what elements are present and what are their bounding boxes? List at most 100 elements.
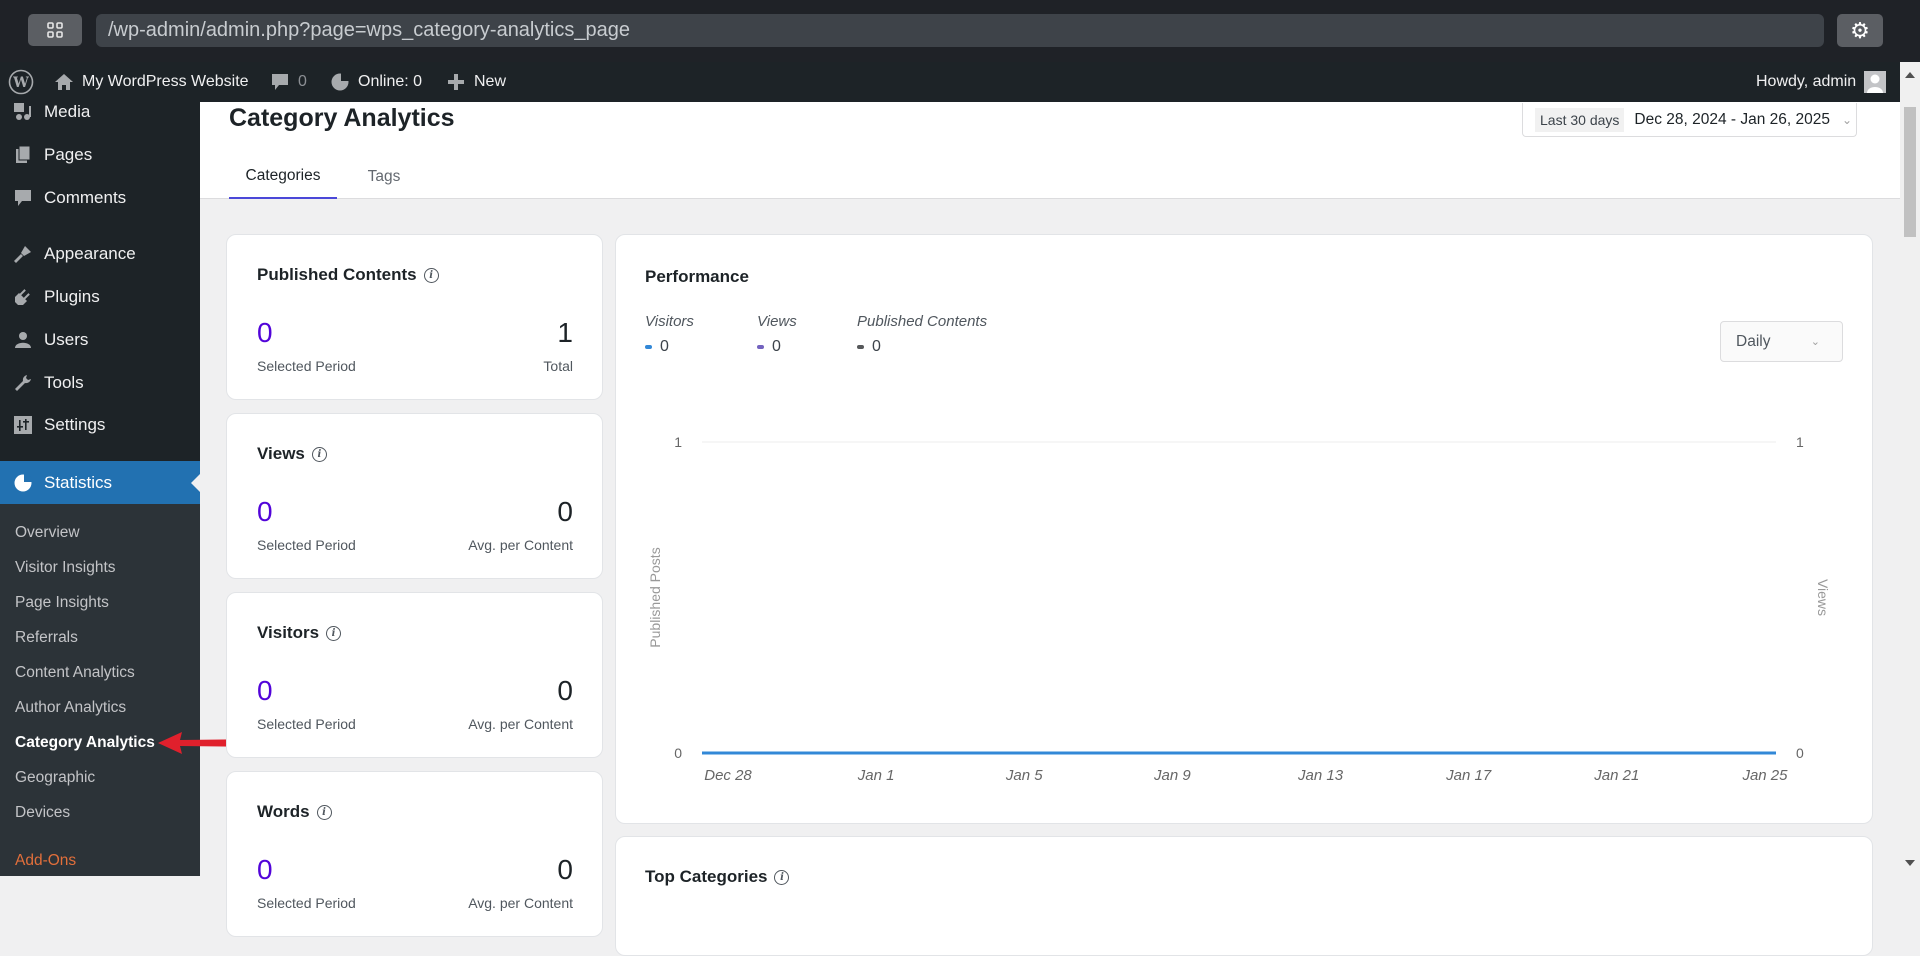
- stat-card-published-contents: Published Contents i 0 Selected Period 1 …: [226, 234, 603, 400]
- url-bar[interactable]: /wp-admin/admin.php?page=wps_category-an…: [96, 14, 1824, 47]
- page-scrollbar[interactable]: [1900, 62, 1920, 876]
- tab-tags[interactable]: Tags: [348, 154, 420, 199]
- stat-avg-value: 0: [557, 675, 573, 706]
- info-icon[interactable]: i: [316, 804, 332, 820]
- y2-tick-label: 0: [1796, 745, 1804, 761]
- submenu-content-analytics[interactable]: Content Analytics: [15, 664, 135, 682]
- tab-categories[interactable]: Categories: [229, 154, 337, 199]
- account-menu[interactable]: Howdy, admin: [1756, 62, 1887, 102]
- sidebar-item-plugins[interactable]: Plugins: [0, 277, 200, 317]
- wrench-icon: [0, 373, 44, 393]
- sidebar-item-pages[interactable]: Pages: [0, 135, 200, 175]
- legend-published-contents[interactable]: Published Contents 0: [857, 313, 987, 356]
- sidebar-item-label: Comments: [44, 188, 127, 207]
- legend-visitors[interactable]: Visitors 0: [645, 313, 694, 356]
- y-tick-label: 1: [674, 434, 682, 450]
- stat-selected-value: 0: [257, 317, 273, 348]
- submenu-overview[interactable]: Overview: [15, 524, 80, 542]
- stat-selected-label: Selected Period: [257, 895, 356, 911]
- info-icon[interactable]: i: [774, 869, 790, 885]
- stat-title-text: Visitors: [257, 623, 320, 642]
- sidebar-item-label: Pages: [44, 145, 93, 164]
- comments-link[interactable]: 0: [270, 62, 307, 102]
- submenu-author-analytics[interactable]: Author Analytics: [15, 699, 126, 717]
- sidebar-item-media[interactable]: Media: [0, 92, 200, 132]
- submenu-referrals[interactable]: Referrals: [15, 629, 78, 647]
- x-tick-label: Jan 9: [1153, 767, 1191, 784]
- page-header: Category Analytics Last 30 days Dec 28, …: [200, 102, 1900, 199]
- submenu-category-analytics[interactable]: Category Analytics: [15, 734, 155, 752]
- x-tick-label: Dec 28: [704, 767, 752, 784]
- new-content-link[interactable]: New: [446, 62, 506, 102]
- sidebar-item-statistics[interactable]: Statistics: [0, 461, 200, 504]
- new-label: New: [474, 73, 507, 90]
- scroll-down-arrow-icon[interactable]: [1905, 860, 1915, 866]
- admin-sidebar: Media Pages Comments Appearance Plugins …: [0, 102, 200, 876]
- plugin-icon: [0, 287, 44, 307]
- stat-title-text: Words: [257, 802, 310, 821]
- sidebar-item-comments[interactable]: Comments: [0, 178, 200, 218]
- legend-label: Views: [757, 313, 797, 330]
- sidebar-item-label: Media: [44, 102, 91, 121]
- site-name: My WordPress Website: [82, 73, 249, 90]
- howdy-text: Howdy, admin: [1756, 73, 1857, 90]
- date-range-picker[interactable]: Last 30 days Dec 28, 2024 - Jan 26, 2025…: [1522, 103, 1857, 137]
- online-link[interactable]: Online: 0: [330, 62, 422, 102]
- info-icon[interactable]: i: [423, 267, 439, 283]
- stat-avg-value: 0: [557, 854, 573, 885]
- user-icon: [0, 330, 44, 350]
- scroll-thumb[interactable]: [1904, 107, 1916, 237]
- sidebar-item-settings[interactable]: Settings: [0, 405, 200, 445]
- legend-value: 0: [772, 338, 781, 355]
- info-icon[interactable]: i: [326, 625, 342, 641]
- performance-title: Performance: [645, 267, 749, 286]
- info-icon[interactable]: i: [311, 446, 327, 462]
- stat-avg-label: Avg. per Content: [468, 716, 573, 732]
- sidebar-item-appearance[interactable]: Appearance: [0, 234, 200, 274]
- submenu-devices[interactable]: Devices: [15, 804, 70, 822]
- settings-icon: [0, 415, 44, 435]
- stat-selected-value: 0: [257, 675, 273, 706]
- top-categories-card: Top Categories i: [615, 836, 1873, 956]
- stat-title: Published Contents i: [257, 265, 439, 285]
- submenu-visitor-insights[interactable]: Visitor Insights: [15, 559, 116, 577]
- chevron-down-icon: ⌄: [1842, 112, 1853, 127]
- interval-select[interactable]: Daily ⌄: [1720, 321, 1843, 362]
- top-categories-title: Top Categories i: [645, 867, 790, 887]
- sidebar-item-label: Statistics: [44, 472, 113, 492]
- stat-selected-label: Selected Period: [257, 716, 356, 732]
- submenu-add-ons[interactable]: Add-Ons: [15, 852, 76, 870]
- settings-button[interactable]: ⚙: [1837, 14, 1883, 47]
- legend-views[interactable]: Views 0: [757, 313, 797, 356]
- x-tick-label: Jan 21: [1593, 767, 1639, 784]
- sidebar-item-label: Users: [44, 330, 89, 349]
- x-tick-label: Jan 17: [1445, 767, 1492, 784]
- legend-swatch: [757, 345, 764, 349]
- apps-button[interactable]: [28, 14, 82, 46]
- stat-avg-value: 0: [557, 496, 573, 527]
- legend-value: 0: [660, 338, 669, 355]
- y-axis-label: Published Posts: [647, 547, 663, 647]
- sidebar-item-tools[interactable]: Tools: [0, 363, 200, 403]
- performance-card: 0 1 0 1 Published Posts Views Dec 28 Jan 1 Jan 5…: [615, 234, 1873, 824]
- legend-label: Published Contents: [857, 313, 988, 330]
- x-tick-label: Jan 13: [1297, 767, 1344, 784]
- scroll-up-arrow-icon[interactable]: [1905, 72, 1915, 78]
- legend-swatch: [857, 345, 864, 349]
- chevron-down-icon: ⌄: [1810, 336, 1820, 348]
- comments-icon: [0, 188, 44, 208]
- submenu-geographic[interactable]: Geographic: [15, 769, 95, 787]
- sidebar-item-users[interactable]: Users: [0, 320, 200, 360]
- stat-selected-label: Selected Period: [257, 358, 356, 374]
- brush-icon: [0, 244, 44, 264]
- svg-text:W: W: [12, 75, 29, 91]
- y2-tick-label: 1: [1796, 434, 1804, 450]
- stat-avg-label: Avg. per Content: [468, 537, 573, 553]
- active-indicator: [191, 473, 200, 492]
- submenu-page-insights[interactable]: Page Insights: [15, 594, 109, 612]
- stat-selected-value: 0: [257, 854, 273, 885]
- home-icon: [54, 72, 74, 92]
- pie-chart-icon: [0, 473, 44, 493]
- sidebar-item-label: Appearance: [44, 244, 136, 263]
- stat-total-label: Total: [543, 358, 573, 374]
